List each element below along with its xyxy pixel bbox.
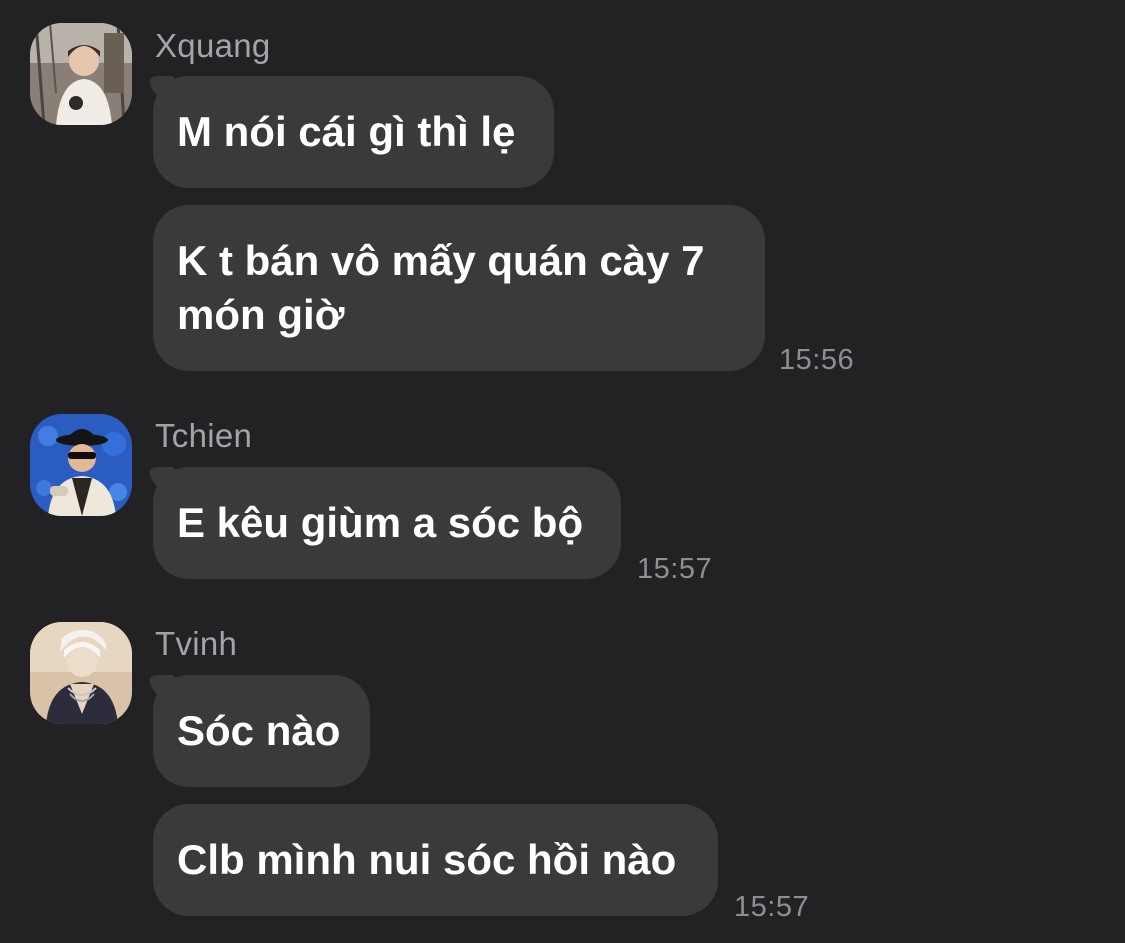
message-timestamp: 15:57 <box>637 553 713 585</box>
message-text: M nói cái gì thì lẹ <box>177 108 516 155</box>
user-avatar-icon <box>30 622 132 724</box>
message-text: K t bán vô mấy quán cày 7 món giờ <box>177 237 705 338</box>
message-timestamp: 15:56 <box>779 344 855 376</box>
avatar-tchien[interactable] <box>30 414 132 516</box>
user-avatar-icon <box>30 414 132 516</box>
message-text: E kêu giùm a sóc bộ <box>177 499 584 546</box>
message-bubble[interactable]: E kêu giùm a sóc bộ <box>153 467 621 579</box>
message-text: Clb mình nui sóc hồi nào <box>177 836 677 883</box>
sender-name: Tvinh <box>155 625 238 662</box>
message-bubble[interactable]: Sóc nào <box>153 675 370 787</box>
sender-name: Tchien <box>155 417 253 454</box>
message-bubble[interactable]: M nói cái gì thì lẹ <box>153 76 554 188</box>
message-bubble[interactable]: K t bán vô mấy quán cày 7 món giờ <box>153 205 765 371</box>
message-timestamp: 15:57 <box>734 891 810 923</box>
avatar-tvinh[interactable] <box>30 622 132 724</box>
avatar-xquang[interactable] <box>30 23 132 125</box>
chat-thread: Xquang M nói cái gì thì lẹ K t bán vô mấ… <box>0 0 1125 943</box>
sender-name: Xquang <box>155 27 271 64</box>
message-text: Sóc nào <box>177 707 341 754</box>
message-bubble[interactable]: Clb mình nui sóc hồi nào <box>153 804 718 916</box>
user-avatar-icon <box>30 23 132 125</box>
